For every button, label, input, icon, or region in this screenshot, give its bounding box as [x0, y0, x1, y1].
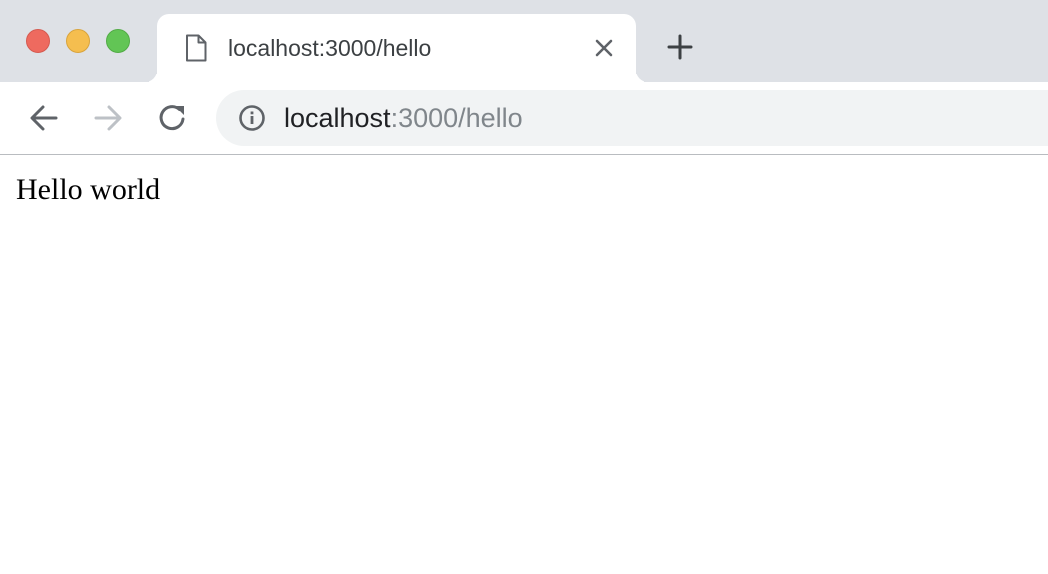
page-body-text: Hello world — [16, 173, 161, 206]
back-arrow-icon[interactable] — [27, 101, 61, 135]
address-bar[interactable]: localhost:3000/hello — [216, 90, 1048, 146]
tab-active[interactable]: localhost:3000/hello — [157, 14, 636, 82]
url-host: localhost — [284, 103, 391, 133]
close-icon[interactable] — [592, 36, 616, 60]
window-close-button[interactable] — [26, 29, 50, 53]
url-text[interactable]: localhost:3000/hello — [284, 90, 523, 146]
page-content: Hello world — [0, 156, 1048, 574]
tab-title: localhost:3000/hello — [228, 35, 432, 61]
url-path: :3000/hello — [390, 103, 523, 133]
info-icon[interactable] — [238, 104, 266, 132]
toolbar: localhost:3000/hello — [0, 82, 1048, 155]
window-maximize-button[interactable] — [106, 29, 130, 53]
window-minimize-button[interactable] — [66, 29, 90, 53]
plus-icon[interactable] — [666, 33, 694, 61]
document-icon — [185, 34, 207, 62]
forward-arrow-icon[interactable] — [91, 101, 125, 135]
browser-window: localhost:3000/hello localhost:3000/hell… — [0, 0, 1048, 574]
tab-strip: localhost:3000/hello — [0, 0, 1048, 82]
reload-icon[interactable] — [156, 101, 190, 135]
